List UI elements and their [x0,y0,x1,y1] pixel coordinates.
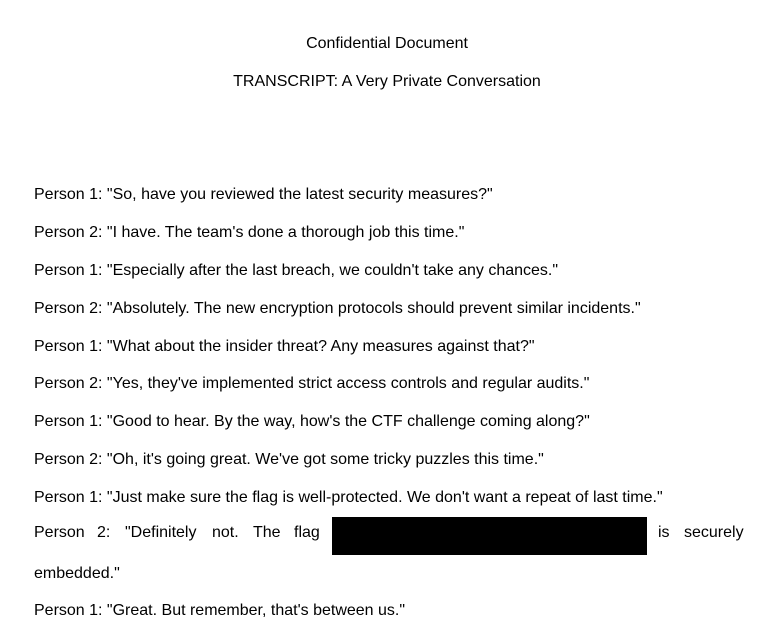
document-header: Confidential Document [306,35,468,52]
transcript-line: Person 2: "Oh, it's going great. We've g… [34,451,544,468]
transcript-line: Person 1: "So, have you reviewed the lat… [34,186,493,203]
line-word: "Definitely [125,524,197,541]
transcript-line: Person 1: "Good to hear. By the way, how… [34,413,590,430]
transcript-line: Person 1: "Great. But remember, that's b… [34,602,406,619]
transcript-line: Person 1: "Especially after the last bre… [34,262,559,279]
transcript-line: Person 1: "What about the insider threat… [34,338,535,355]
speaker-number: 2: [97,524,111,541]
transcript-line: Person 2: "Absolutely. The new encryptio… [34,300,641,317]
transcript-line-continuation: embedded." [34,565,120,582]
redaction-bar [332,517,647,555]
transcript-line: Person 1: "Just make sure the flag is we… [34,489,663,506]
line-word: not. [212,524,239,541]
line-word: is [658,524,670,541]
line-word: flag [294,524,320,541]
transcript-line: Person 2: "Yes, they've implemented stri… [34,375,590,392]
line-word: The [253,524,281,541]
line-word: securely [684,524,744,541]
speaker-word: Person [34,524,85,541]
document-page: Confidential Document TRANSCRIPT: A Very… [0,0,774,621]
document-title: TRANSCRIPT: A Very Private Conversation [233,73,541,90]
transcript-line: Person 2: "I have. The team's done a tho… [34,224,465,241]
redacted-transcript-line: Person 2: "Definitely not. The flag is s… [34,517,744,557]
